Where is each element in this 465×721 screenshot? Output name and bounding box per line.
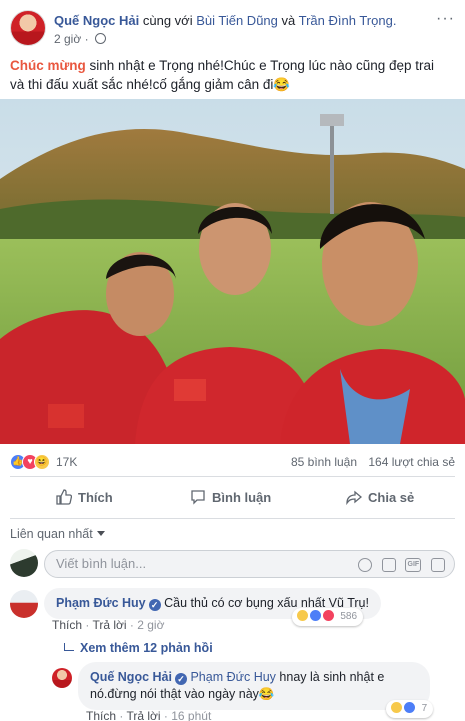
view-more-replies[interactable]: Xem thêm 12 phản hồi bbox=[64, 641, 213, 655]
post-header-line: Quế Ngọc Hải cùng với Bùi Tiến Dũng và T… bbox=[54, 13, 396, 28]
comment-label: Bình luận bbox=[212, 490, 272, 505]
reply-author-avatar[interactable] bbox=[52, 668, 72, 688]
post-text-highlight[interactable]: Chúc mừng bbox=[10, 58, 86, 73]
options-button[interactable]: ··· bbox=[436, 10, 455, 28]
comment-sort-dropdown[interactable]: Liên quan nhất bbox=[10, 527, 105, 541]
more-replies-label: Xem thêm 12 phản hồi bbox=[80, 641, 213, 655]
comment-composer: Viết bình luận... GIF bbox=[10, 549, 455, 579]
share-icon bbox=[346, 490, 362, 505]
reply-bubble: Quế Ngọc Hải ✓ Phạm Đức Huy hnay là sinh … bbox=[78, 662, 430, 710]
author-avatar[interactable] bbox=[10, 10, 46, 46]
with-text: cùng với bbox=[142, 13, 193, 28]
share-label: Chia sẻ bbox=[368, 490, 415, 505]
comment-like-link[interactable]: Thích bbox=[52, 618, 82, 632]
sticker-icon[interactable] bbox=[431, 558, 445, 572]
comment-time[interactable]: 2 giờ bbox=[137, 618, 164, 632]
viewer-avatar[interactable] bbox=[10, 549, 38, 577]
love-reaction-icon bbox=[321, 609, 335, 622]
comment-author[interactable]: Phạm Đức Huy bbox=[56, 596, 146, 610]
post-text: Chúc mừng sinh nhật e Trọng nhé!Chúc e T… bbox=[10, 56, 450, 94]
reply-reactions[interactable]: 7 bbox=[386, 700, 434, 718]
like-reaction-icon bbox=[402, 701, 416, 714]
haha-reaction-icon bbox=[296, 609, 309, 622]
author-name[interactable]: Quế Ngọc Hải bbox=[54, 13, 139, 28]
like-reaction-icon bbox=[308, 609, 322, 622]
tagged-user-2[interactable]: Trần Đình Trọng. bbox=[299, 13, 397, 28]
thumbs-up-icon bbox=[56, 489, 72, 505]
comment-icon bbox=[191, 490, 205, 505]
reply-time[interactable]: 16 phút bbox=[171, 709, 211, 721]
verified-badge-icon: ✓ bbox=[148, 599, 161, 611]
post-photo[interactable] bbox=[0, 99, 465, 444]
reply-arrow-icon bbox=[64, 643, 74, 651]
verified-badge-icon: ✓ bbox=[174, 673, 187, 685]
post-actions: Thích Bình luận Chia sẻ bbox=[10, 484, 455, 512]
comment-button[interactable]: Bình luận bbox=[190, 484, 271, 512]
reply-mention[interactable]: Phạm Đức Huy bbox=[190, 670, 275, 684]
reply-author[interactable]: Quế Ngọc Hải bbox=[90, 670, 172, 684]
reply-like-link[interactable]: Thích bbox=[86, 709, 116, 721]
comment-placeholder: Viết bình luận... bbox=[56, 556, 147, 571]
comment-reaction-count: 586 bbox=[340, 611, 358, 622]
and-text: và bbox=[281, 13, 296, 28]
like-label: Thích bbox=[78, 490, 113, 505]
haha-reaction-icon bbox=[390, 701, 403, 714]
reactions-bar: 👍 ♥ 😆 17K 85 bình luận 164 lượt chia sẻ bbox=[10, 452, 455, 472]
haha-reaction-icon[interactable]: 😆 bbox=[34, 454, 50, 470]
like-button[interactable]: Thích bbox=[56, 484, 113, 512]
post-meta: 2 giờ · bbox=[54, 32, 106, 46]
comment-reactions[interactable]: 586 bbox=[292, 608, 364, 626]
camera-icon[interactable] bbox=[381, 558, 396, 572]
reply-reaction-count: 7 bbox=[421, 703, 428, 714]
comment-input[interactable]: Viết bình luận... GIF bbox=[44, 550, 455, 578]
reply-reply-link[interactable]: Trả lời bbox=[126, 709, 160, 721]
commenter-avatar[interactable] bbox=[10, 590, 38, 618]
share-count[interactable]: 164 lượt chia sẻ bbox=[368, 455, 455, 469]
share-button[interactable]: Chia sẻ bbox=[346, 484, 414, 512]
post-header: Quế Ngọc Hải cùng với Bùi Tiến Dũng và T… bbox=[10, 10, 455, 52]
tagged-user-1[interactable]: Bùi Tiến Dũng bbox=[196, 13, 278, 28]
divider bbox=[10, 518, 455, 519]
comment: Phạm Đức Huy ✓ Cầu thủ có cơ bụng xấu nhấ… bbox=[10, 588, 455, 634]
engagement-counts: 85 bình luận 164 lượt chia sẻ bbox=[291, 455, 455, 469]
comment-reply-link[interactable]: Trả lời bbox=[92, 618, 126, 632]
comment-count[interactable]: 85 bình luận bbox=[291, 455, 357, 469]
reply-comment: Quế Ngọc Hải ✓ Phạm Đức Huy hnay là sinh … bbox=[52, 662, 462, 721]
emoji-icon[interactable] bbox=[358, 558, 373, 572]
divider bbox=[10, 476, 455, 477]
reply-actions: Thích · Trả lời · 16 phút bbox=[86, 709, 212, 721]
facebook-post: Quế Ngọc Hải cùng với Bùi Tiến Dũng và T… bbox=[0, 0, 465, 721]
caret-down-icon bbox=[96, 531, 105, 536]
comment-actions: Thích · Trả lời · 2 giờ bbox=[52, 618, 165, 632]
photo-illustration bbox=[0, 99, 465, 444]
gif-icon[interactable]: GIF bbox=[405, 558, 422, 572]
sort-label: Liên quan nhất bbox=[10, 527, 93, 541]
globe-icon bbox=[94, 33, 106, 44]
reaction-count[interactable]: 17K bbox=[56, 455, 77, 469]
post-time[interactable]: 2 giờ bbox=[54, 32, 81, 46]
composer-icons: GIF bbox=[352, 558, 445, 584]
